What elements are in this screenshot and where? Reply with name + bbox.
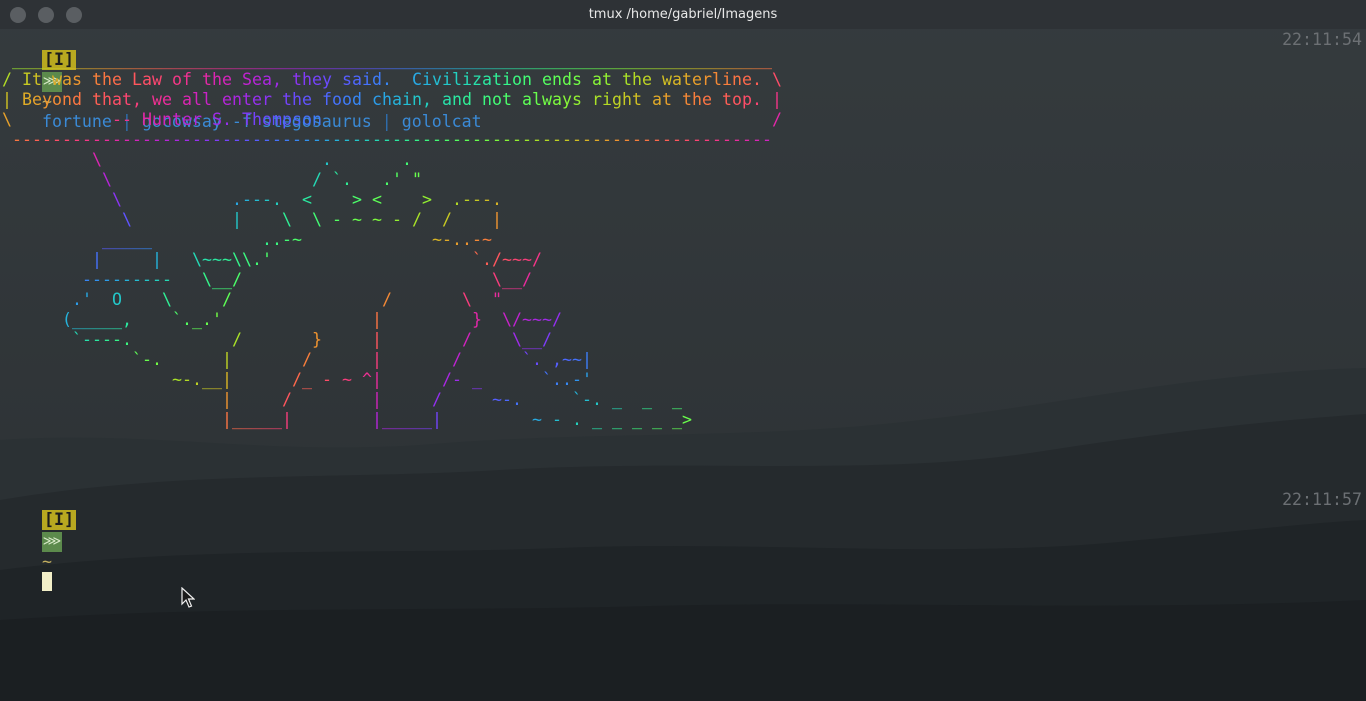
- output-line: ----------------------------------------…: [12, 130, 772, 149]
- output-line: _____ ..-~ ~-..-~: [102, 230, 492, 249]
- output-line: \ / `. .' ": [102, 170, 422, 189]
- output-line: \ .---. < > < > .---.: [112, 190, 502, 209]
- output-line: (_____, `._.' | } \/~~~/: [62, 310, 562, 329]
- output-line: | Beyond that, we all enter the food cha…: [2, 90, 782, 109]
- prompt-line-2: [I] ⋙ ~: [2, 490, 76, 591]
- output-line: \ -- Hunter S. Thompson /: [2, 110, 782, 129]
- home-tilde: ~: [41, 552, 52, 571]
- output-line: \ . .: [92, 150, 412, 169]
- timestamp-1: 22:11:54: [1282, 30, 1362, 49]
- output-line: |_____| |_____| ~ - . _ _ _ _ _>: [222, 410, 692, 429]
- prompt-glyph-icon: ⋙: [41, 532, 62, 552]
- output-line: | / | / ~-. `-. _ _ _: [222, 390, 682, 409]
- output-line: \ | \ \ - ~ ~ - / / |: [122, 210, 502, 229]
- text-cursor[interactable]: [41, 572, 52, 591]
- output-line: | | \~~~\\.' `./~~~/: [92, 250, 542, 269]
- terminal-area[interactable]: [I] ⋙ ~ fortune | gocowsay -f stegosauru…: [0, 30, 1366, 701]
- output-line: .' O \ / / \ ": [72, 290, 502, 309]
- output-line: --------- \__/ \__/: [82, 270, 532, 289]
- window-titlebar: tmux /home/gabriel/Imagens: [0, 0, 1366, 29]
- window-title: tmux /home/gabriel/Imagens: [588, 7, 778, 22]
- mouse-pointer-icon: [181, 587, 195, 608]
- output-line: ________________________________________…: [12, 50, 772, 69]
- timestamp-2: 22:11:57: [1282, 490, 1362, 509]
- output-line: `-. | / | / `. ,~~|: [132, 350, 592, 369]
- output-line: ~-.__| /_ - ~ ^| /- _ `..-': [172, 370, 592, 389]
- prompt-line-1: [I] ⋙ ~ fortune | gocowsay -f stegosauru…: [2, 30, 482, 131]
- output-line: `----. / } | / \__/: [72, 330, 552, 349]
- output-line: / It was the Law of the Sea, they said. …: [2, 70, 782, 89]
- insert-mode-indicator: [I]: [41, 510, 76, 530]
